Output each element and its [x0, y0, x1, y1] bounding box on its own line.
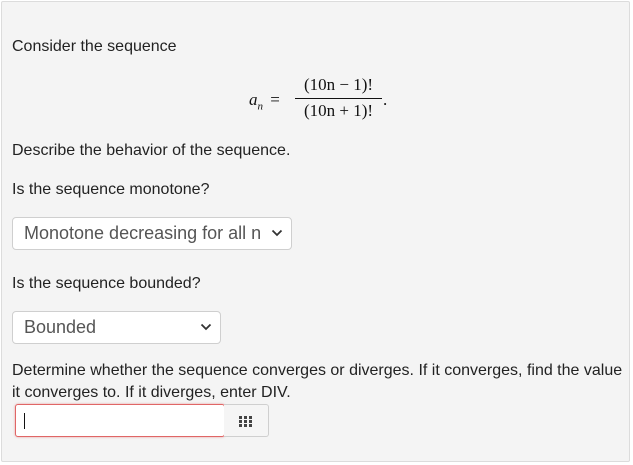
formula-denominator: (10n + 1)! — [303, 101, 374, 120]
formula-sub: n — [257, 100, 264, 113]
intro-text: Consider the sequence — [12, 38, 177, 55]
monotone-question: Is the sequence monotone? — [12, 181, 210, 198]
bounded-question: Is the sequence bounded? — [12, 275, 201, 292]
bounded-select[interactable]: Bounded — [12, 311, 221, 344]
answer-input[interactable] — [15, 404, 225, 437]
formula-numerator: (10n − 1)! — [303, 75, 374, 94]
formula-var: a — [249, 90, 258, 109]
question-panel: Consider the sequence an = (10n − 1)! (1… — [1, 1, 630, 462]
formula-period: . — [383, 90, 388, 109]
converge-question-line1: Determine whether the sequence converges… — [12, 362, 623, 379]
formula-fraction: (10n − 1)! (10n + 1)! — [295, 74, 382, 122]
converge-question-line2: it converges to. If it diverges, enter D… — [12, 384, 291, 401]
text-caret — [24, 413, 25, 429]
keypad-button[interactable] — [224, 404, 269, 437]
formula-equals: = — [270, 90, 280, 109]
bounded-select-value: Bounded — [24, 317, 97, 337]
chevron-down-icon — [200, 323, 212, 331]
formula-lhs: an = — [249, 90, 280, 112]
keypad-grid-icon — [239, 416, 252, 427]
monotone-select-value: Monotone decreasing for all n — [24, 223, 262, 243]
fraction-bar — [295, 98, 382, 99]
chevron-down-icon — [271, 229, 283, 237]
monotone-select[interactable]: Monotone decreasing for all n — [12, 217, 292, 250]
describe-prompt: Describe the behavior of the sequence. — [12, 142, 291, 159]
